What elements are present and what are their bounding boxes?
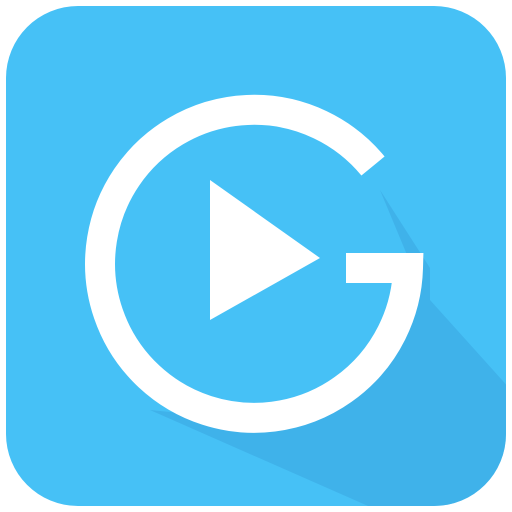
app-icon-canvas — [0, 0, 512, 512]
app-icon[interactable] — [0, 0, 512, 512]
